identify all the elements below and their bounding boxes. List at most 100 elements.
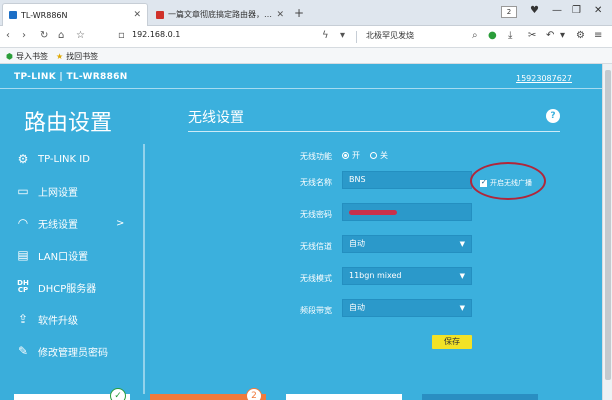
sidebar-item-internet[interactable]: ▭ 上网设置 bbox=[0, 175, 142, 207]
menu-icon[interactable]: ♥ bbox=[530, 5, 539, 16]
menu-icon[interactable]: ≡ bbox=[594, 30, 602, 41]
bookmark-import[interactable]: ⬢ 导入书签 bbox=[6, 51, 48, 62]
close-icon[interactable]: ✕ bbox=[133, 10, 141, 20]
wireless-function-radio-group: 开 关 bbox=[342, 150, 398, 161]
step-tab-3[interactable] bbox=[286, 394, 402, 400]
wireless-on-radio[interactable] bbox=[342, 152, 349, 159]
dropdown-icon[interactable]: ▾ bbox=[340, 30, 345, 41]
lightning-icon[interactable]: ϟ bbox=[322, 30, 329, 41]
wireless-off-label: 关 bbox=[380, 151, 388, 160]
restore-icon[interactable]: ❐ bbox=[572, 5, 581, 16]
dhcp-icon: DH CP bbox=[17, 279, 29, 294]
caret-down-icon: ▼ bbox=[459, 240, 465, 248]
back-icon[interactable]: ‹ bbox=[6, 30, 10, 41]
wifi-icon: ◠ bbox=[17, 216, 29, 230]
sidebar-item-lan[interactable]: ▤ LAN口设置 bbox=[0, 239, 142, 271]
annotation-circle bbox=[470, 162, 546, 200]
wireless-settings-panel: 无线设置 ? 无线功能 开 关 无线名称 BNS 无线密码 无线信道 自动 ▼ … bbox=[150, 89, 602, 400]
laptop-icon: ▭ bbox=[17, 184, 29, 198]
page-icon: ▫ bbox=[118, 30, 125, 41]
channel-select[interactable]: 自动 ▼ bbox=[342, 235, 472, 253]
chevron-right-icon: > bbox=[116, 217, 125, 229]
step-tab-4[interactable] bbox=[422, 394, 538, 400]
password-label: 无线密码 bbox=[300, 210, 332, 219]
caret-down-icon: ▼ bbox=[459, 272, 465, 280]
sidebar-item-label: 上网设置 bbox=[38, 187, 78, 199]
tab-count-badge[interactable]: 2 bbox=[501, 6, 517, 18]
lan-icon: ▤ bbox=[17, 248, 29, 262]
sidebar-item-dhcp[interactable]: DH CP DHCP服务器 bbox=[0, 271, 142, 303]
password-input[interactable] bbox=[342, 203, 472, 221]
count-badge: 2 bbox=[246, 388, 262, 400]
page-title: 无线设置 bbox=[188, 110, 244, 126]
undo-icon[interactable]: ↶ bbox=[546, 30, 554, 41]
minimize-icon[interactable]: — bbox=[552, 5, 562, 16]
tools-icon[interactable]: ⚙ bbox=[576, 30, 585, 41]
sidebar-item-label: 软件升级 bbox=[38, 315, 78, 327]
bookmark-recover[interactable]: ★ 找回书签 bbox=[56, 51, 98, 62]
sidebar-item-wireless[interactable]: ◠ 无线设置 > bbox=[0, 207, 142, 239]
scrollbar-thumb[interactable] bbox=[605, 70, 611, 380]
ssid-value: BNS bbox=[349, 175, 366, 184]
sidebar-item-label: TP-LINK ID bbox=[38, 153, 90, 165]
sidebar-item-label: LAN口设置 bbox=[38, 251, 89, 263]
ssid-input[interactable]: BNS bbox=[342, 171, 472, 189]
tab-title: 一篇文章彻底搞定路由器，以TP-LINK bbox=[168, 10, 272, 19]
mode-select[interactable]: 11bgn mixed ▼ bbox=[342, 267, 472, 285]
help-icon[interactable]: ? bbox=[546, 109, 560, 123]
brand-logo: TP-LINK | TL-WR886N bbox=[14, 72, 128, 82]
star-icon: ★ bbox=[56, 52, 64, 61]
ssid-label: 无线名称 bbox=[300, 178, 332, 187]
bandwidth-select[interactable]: 自动 ▼ bbox=[342, 299, 472, 317]
tab-router[interactable]: TL-WR886N ✕ bbox=[2, 3, 148, 26]
sidebar-item-label: 修改管理员密码 bbox=[38, 347, 108, 359]
sidebar-scrollbar[interactable] bbox=[143, 144, 145, 394]
sidebar-item-tplink-id[interactable]: ⚙ TP-LINK ID bbox=[0, 143, 142, 175]
search-input[interactable]: 北极罕见发烧 bbox=[366, 30, 414, 41]
caret-down-icon: ▼ bbox=[459, 304, 465, 312]
check-icon: ✓ bbox=[110, 388, 126, 400]
sidebar-item-label: DHCP服务器 bbox=[38, 283, 97, 295]
gear-icon: ⚙ bbox=[17, 152, 29, 166]
bandwidth-value: 自动 bbox=[349, 303, 365, 312]
sidebar-item-upgrade[interactable]: ⇪ 软件升级 bbox=[0, 303, 142, 335]
tab-title: TL-WR886N bbox=[21, 10, 68, 20]
new-tab-button[interactable]: + bbox=[294, 6, 304, 20]
refresh-icon[interactable]: ↻ bbox=[40, 30, 48, 41]
channel-value: 自动 bbox=[349, 239, 365, 248]
step-tabs: ✓ 2 bbox=[0, 388, 602, 400]
page-scrollbar[interactable] bbox=[602, 64, 612, 400]
wireless-function-label: 无线功能 bbox=[300, 152, 332, 161]
wechat-icon[interactable]: ● bbox=[488, 30, 497, 41]
wireless-on-label: 开 bbox=[352, 151, 360, 160]
browser-tab-bar: TL-WR886N ✕ 一篇文章彻底搞定路由器，以TP-LINK ✕ + 2 ♥… bbox=[0, 0, 612, 26]
save-button[interactable]: 保存 bbox=[432, 335, 472, 349]
scissors-icon[interactable]: ✂ bbox=[528, 30, 536, 41]
tab-article[interactable]: 一篇文章彻底搞定路由器，以TP-LINK ✕ bbox=[150, 3, 290, 26]
home-icon[interactable]: ⌂ bbox=[58, 30, 64, 41]
divider bbox=[188, 131, 560, 132]
redaction-mark bbox=[349, 210, 397, 215]
wireless-off-radio[interactable] bbox=[370, 152, 377, 159]
dropdown-icon[interactable]: ▾ bbox=[560, 30, 565, 41]
star-icon[interactable]: ☆ bbox=[76, 30, 85, 41]
bandwidth-label: 频段带宽 bbox=[300, 306, 332, 315]
close-window-icon[interactable]: ✕ bbox=[594, 5, 602, 16]
navigation-bar: ‹ › ↻ ⌂ ☆ ▫ 192.168.0.1 ϟ ▾ 北极罕见发烧 ⌕ ● ⤓… bbox=[0, 26, 612, 48]
sidebar-title: 路由设置 bbox=[24, 111, 113, 136]
download-icon[interactable]: ⤓ bbox=[508, 30, 512, 41]
page-favicon-icon bbox=[156, 10, 164, 19]
upload-icon: ⇪ bbox=[17, 312, 29, 326]
bookmark-label: 导入书签 bbox=[15, 52, 48, 61]
account-link[interactable]: 15923087627 bbox=[516, 74, 572, 83]
forward-icon[interactable]: › bbox=[22, 30, 26, 41]
pencil-icon: ✎ bbox=[17, 344, 29, 358]
close-icon[interactable]: ✕ bbox=[276, 10, 284, 20]
address-bar[interactable]: 192.168.0.1 bbox=[132, 30, 180, 39]
mode-value: 11bgn mixed bbox=[349, 271, 402, 280]
divider bbox=[356, 31, 357, 43]
sidebar-item-admin-password[interactable]: ✎ 修改管理员密码 bbox=[0, 335, 142, 367]
search-icon[interactable]: ⌕ bbox=[472, 30, 478, 41]
bookmark-label: 找回书签 bbox=[66, 52, 99, 61]
page-favicon-icon bbox=[9, 11, 17, 19]
